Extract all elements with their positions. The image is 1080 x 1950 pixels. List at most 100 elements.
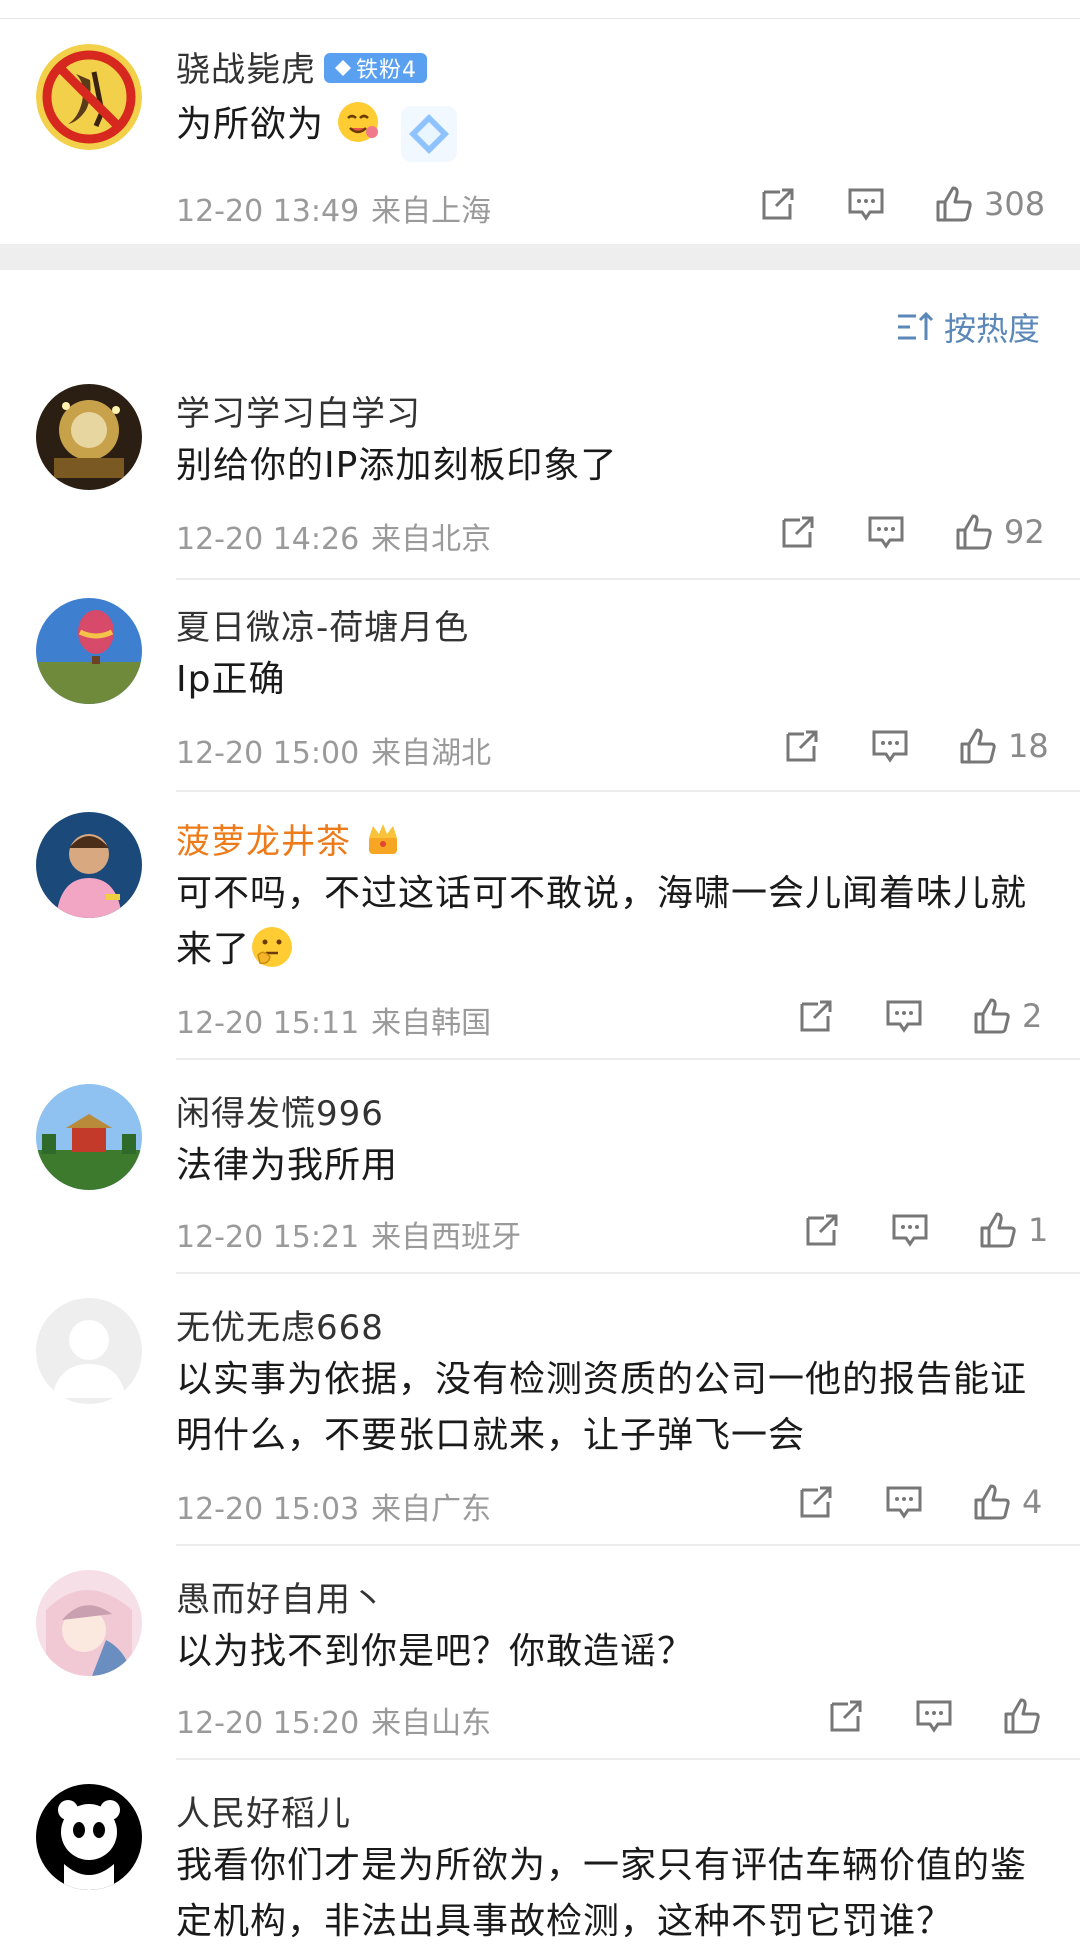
comment-username[interactable]: 愚而好自用丶 <box>176 1572 386 1621</box>
comment-location: 来自西班牙 <box>371 1220 522 1255</box>
comment-like-count: 18 <box>1008 727 1049 765</box>
comment-icon[interactable] <box>866 512 906 552</box>
like-icon[interactable] <box>958 726 998 766</box>
comment-username-vip[interactable]: 菠萝龙井茶 <box>176 814 403 864</box>
comment-text: Ip正确 <box>176 659 286 700</box>
comment-username[interactable]: 无优无虑668 <box>176 1300 384 1349</box>
comment-avatar[interactable] <box>36 1084 142 1190</box>
comment-icon[interactable] <box>884 996 924 1036</box>
comment-text-line1: 以实事为依据，没有检测资质的公司一他的报告能证 <box>176 1359 1028 1400</box>
comment-location: 来自山东 <box>371 1706 492 1741</box>
like-icon[interactable] <box>972 1482 1012 1522</box>
comment-text-line1: 可不吗，不过这话可不敢说，海啸一会儿闻着味儿就 <box>176 873 1028 914</box>
fan-badge[interactable]: 铁粉4 <box>324 52 427 83</box>
comment-text: 别给你的IP添加刻板印象了 <box>176 445 618 486</box>
comment-text: 以为找不到你是吧？你敢造谣？ <box>176 1631 695 1672</box>
comment-divider <box>176 1544 1080 1546</box>
comment-location: 来自韩国 <box>371 1006 492 1041</box>
comment-actions: 92 <box>778 508 1045 556</box>
crown-icon <box>363 820 403 860</box>
comment-text-line2: 来了 <box>176 929 251 970</box>
sort-icon <box>897 311 934 340</box>
comment-avatar[interactable] <box>36 598 142 704</box>
comment-icon[interactable] <box>884 1482 924 1522</box>
comment-time: 12-20 15:11 <box>176 1006 360 1041</box>
comment-like-count: 2 <box>1022 997 1043 1035</box>
section-divider-band <box>0 244 1080 270</box>
comment-avatar[interactable] <box>36 812 142 918</box>
post-time: 12-20 13:49 <box>176 194 360 229</box>
comment-location: 来自广东 <box>371 1492 492 1527</box>
like-icon[interactable] <box>978 1210 1018 1250</box>
comment-actions: 4 <box>796 1478 1042 1526</box>
sort-toggle[interactable]: 按热度 <box>896 304 1040 350</box>
post-text: 为所欲为 <box>176 96 1046 162</box>
comment-avatar[interactable] <box>36 1570 142 1676</box>
comment-divider <box>176 790 1080 792</box>
comment-time: 12-20 15:03 <box>176 1492 360 1527</box>
like-icon[interactable] <box>954 512 994 552</box>
comment-location: 来自湖北 <box>371 736 492 771</box>
comment-actions: 2 <box>796 992 1042 1040</box>
comment-meta: 12-20 15:00 来自湖北 <box>176 728 491 772</box>
comment-username[interactable]: 闲得发慌996 <box>176 1086 384 1135</box>
post-text-content: 为所欲为 <box>176 104 325 145</box>
post-like-count: 308 <box>984 185 1046 223</box>
post-avatar[interactable] <box>36 44 142 150</box>
comment-avatar[interactable] <box>36 1298 142 1404</box>
comment-text-line2: 明什么，不要张口就来，让子弹飞一会 <box>176 1415 806 1456</box>
comment-time: 12-20 14:26 <box>176 522 360 557</box>
comment-username[interactable]: 学习学习白学习 <box>176 386 421 435</box>
share-icon[interactable] <box>802 1210 842 1250</box>
comment-divider <box>176 1272 1080 1274</box>
post-username-text[interactable]: 骁战毙虎 <box>176 50 316 90</box>
comment-time: 12-20 15:21 <box>176 1220 360 1255</box>
comment-time: 12-20 15:00 <box>176 736 360 771</box>
comment-text: 法律为我所用 <box>176 1145 399 1186</box>
share-icon[interactable] <box>826 1696 866 1736</box>
comment-actions: 1 <box>802 1206 1048 1254</box>
comment-text-line1: 我看你们才是为所欲为，一家只有评估车辆价值的鉴 <box>176 1845 1028 1886</box>
comment-meta: 12-20 15:11 来自韩国 <box>176 998 491 1042</box>
comment-actions <box>826 1692 1042 1740</box>
comment-like-count: 4 <box>1022 1483 1043 1521</box>
thinking-face-emoji-icon <box>250 925 294 969</box>
share-icon[interactable] <box>778 512 818 552</box>
share-icon[interactable] <box>796 996 836 1036</box>
comment-time: 12-20 15:20 <box>176 1706 360 1741</box>
comment-text-line2-wrap: 来了 <box>176 922 1046 978</box>
comment-icon[interactable] <box>870 726 910 766</box>
comment-text: 以实事为依据，没有检测资质的公司一他的报告能证 明什么，不要张口就来，让子弹飞一… <box>176 1352 1046 1464</box>
comment-divider <box>176 1758 1080 1760</box>
blue-diamond-sticker-icon <box>399 104 459 164</box>
share-icon[interactable] <box>782 726 822 766</box>
comment-username[interactable]: 夏日微凉-荷塘月色 <box>176 600 469 649</box>
comment-icon[interactable] <box>846 184 886 224</box>
top-divider <box>0 18 1080 19</box>
diamond-icon <box>335 59 351 76</box>
comment-divider <box>176 578 1080 580</box>
share-icon[interactable] <box>796 1482 836 1522</box>
comment-avatar[interactable] <box>36 1784 142 1890</box>
like-icon[interactable] <box>934 184 974 224</box>
comment-icon[interactable] <box>914 1696 954 1736</box>
comment-like-count: 1 <box>1028 1211 1049 1249</box>
like-icon[interactable] <box>972 996 1012 1036</box>
post-meta: 12-20 13:49 来自上海 <box>176 186 491 230</box>
like-icon[interactable] <box>1002 1696 1042 1736</box>
comment-meta: 12-20 15:03 来自广东 <box>176 1484 491 1528</box>
comment-meta: 12-20 15:21 来自西班牙 <box>176 1212 521 1256</box>
share-icon[interactable] <box>758 184 798 224</box>
post-location: 来自上海 <box>371 194 492 229</box>
comment-username-text[interactable]: 菠萝龙井茶 <box>176 822 351 862</box>
comment-like-count: 92 <box>1004 513 1045 551</box>
comment-username[interactable]: 人民好稻儿 <box>176 1786 351 1835</box>
comment-meta: 12-20 15:20 来自山东 <box>176 1698 491 1742</box>
comment-icon[interactable] <box>890 1210 930 1250</box>
post-actions: 308 <box>758 180 1045 228</box>
yummy-face-emoji-icon <box>336 100 380 144</box>
comment-divider <box>176 1058 1080 1060</box>
post-username[interactable]: 骁战毙虎 铁粉4 <box>176 42 427 91</box>
comment-avatar[interactable] <box>36 384 142 490</box>
fan-badge-label: 铁粉4 <box>356 57 417 83</box>
